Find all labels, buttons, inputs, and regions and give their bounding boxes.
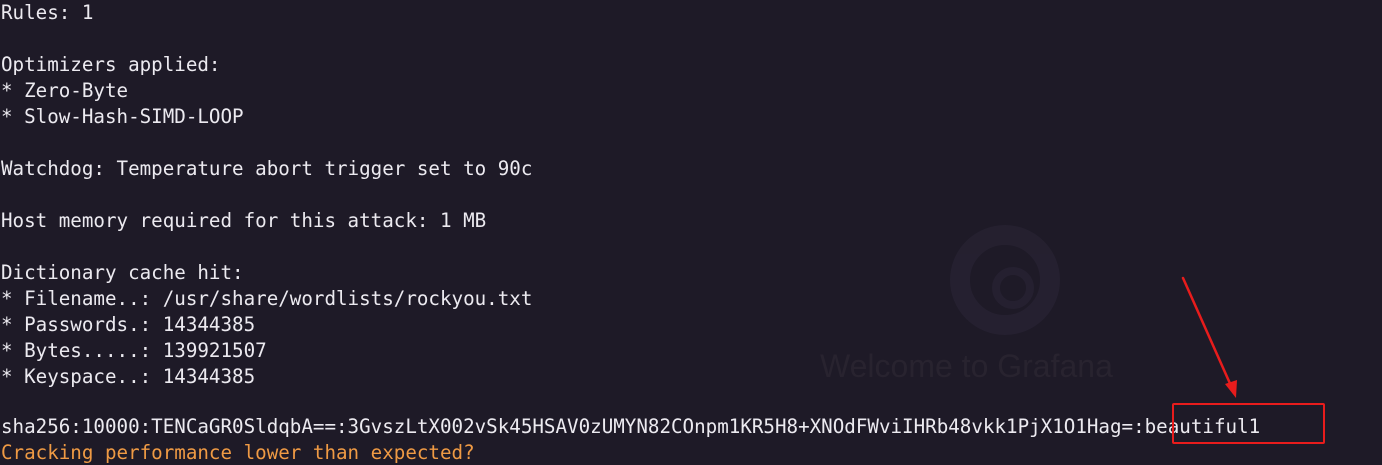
- output-bytes: * Bytes.....: 139921507: [1, 339, 267, 362]
- output-filename: * Filename..: /usr/share/wordlists/rocky…: [1, 287, 533, 310]
- grafana-logo-icon: [950, 225, 1060, 335]
- watermark-welcome-text: Welcome to Grafana: [820, 348, 1113, 384]
- output-keyspace: * Keyspace..: 14344385: [1, 365, 256, 388]
- output-dictionary-header: Dictionary cache hit:: [1, 261, 244, 284]
- output-optimizer-zero-byte: * Zero-Byte: [1, 79, 129, 102]
- annotation-arrow-icon: [1181, 276, 1237, 398]
- annotation-highlight-box: [1172, 403, 1325, 444]
- output-optimizers-header: Optimizers applied:: [1, 53, 221, 76]
- output-rules: Rules: 1: [1, 1, 94, 24]
- terminal-window[interactable]: Welcome to Grafana Rules: 1 Optimizers a…: [0, 0, 1382, 465]
- output-performance-warning: Cracking performance lower than expected…: [1, 441, 475, 464]
- output-passwords: * Passwords.: 14344385: [1, 313, 256, 336]
- background-watermark: Welcome to Grafana: [820, 215, 1160, 405]
- output-cracked-hash: sha256:10000:TENCaGR0SldqbA==:3GvszLtX00…: [1, 415, 1261, 438]
- output-watchdog: Watchdog: Temperature abort trigger set …: [1, 157, 533, 180]
- output-host-memory: Host memory required for this attack: 1 …: [1, 209, 487, 232]
- output-optimizer-slow-hash: * Slow-Hash-SIMD-LOOP: [1, 105, 244, 128]
